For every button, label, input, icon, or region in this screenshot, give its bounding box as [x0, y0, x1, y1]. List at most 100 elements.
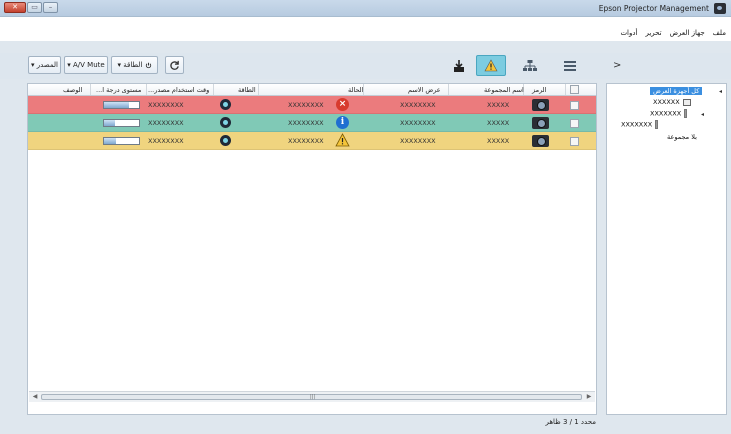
menu: ملف جهاز العرض تحرير أدوات: [620, 29, 726, 37]
power-on-icon: [220, 99, 231, 110]
status-cell: XXXXXXXX: [288, 137, 324, 145]
download-icon: [454, 59, 464, 72]
menu-tools[interactable]: أدوات: [620, 29, 637, 37]
column-power[interactable]: الطاقة: [238, 86, 256, 94]
table-row[interactable]: XXXXX XXXXXXXX XXXXXXXX XXXXXXXX: [28, 132, 596, 150]
lamp-level-bar: [103, 101, 140, 109]
projector-icon: [532, 99, 549, 111]
lamp-level-fill: [104, 138, 117, 144]
download-view-button[interactable]: [444, 55, 474, 76]
title-bar: ✕ ▭ – Epson Projector Management: [0, 0, 731, 17]
projector-app-icon: [714, 3, 726, 14]
tree-node[interactable]: XXXXXX: [653, 98, 691, 106]
menu-projector[interactable]: جهاز العرض: [670, 29, 705, 37]
column-divider: [146, 84, 147, 95]
source-button[interactable]: ▾ المصدر: [28, 56, 61, 74]
toolbar: ▾ المصدر ▾ A/V Mute ▾ الطاقة >: [0, 53, 731, 79]
column-description[interactable]: الوصف: [63, 86, 82, 94]
column-divider: [565, 84, 566, 95]
lamp-level-fill: [104, 102, 129, 108]
power-on-icon: [220, 135, 231, 146]
scrollbar-thumb[interactable]: |||: [41, 394, 582, 400]
avmute-button[interactable]: ▾ A/V Mute: [64, 56, 108, 74]
projector-small-icon: [655, 120, 659, 129]
group-name-cell: XXXXX: [487, 101, 510, 109]
projector-icon: [532, 135, 549, 147]
tree-node[interactable]: XXXXXXX: [650, 109, 688, 118]
menu-bar: ملف جهاز العرض تحرير أدوات: [0, 17, 731, 41]
close-button[interactable]: ✕: [4, 2, 26, 13]
column-divider: [448, 84, 449, 95]
group-view-button[interactable]: [515, 55, 545, 76]
window-controls: ✕ ▭ –: [4, 2, 58, 13]
column-display-name[interactable]: عرض الاسم: [408, 86, 441, 94]
display-name-cell: XXXXXXXX: [400, 137, 436, 145]
lamp-hours-cell: XXXXXXXX: [148, 137, 184, 145]
tree-node-label: XXXXXXX: [621, 120, 653, 129]
select-all-checkbox[interactable]: [570, 85, 579, 94]
tree-root-all-projectors[interactable]: كل أجهزة العرض: [650, 87, 703, 95]
projector-small-icon: [682, 98, 691, 106]
selection-count: محدد 1 / 3 ظاهر: [545, 418, 596, 426]
lamp-hours-cell: XXXXXXXX: [148, 119, 184, 127]
menu-edit[interactable]: تحرير: [645, 29, 661, 37]
table-header: الرمز اسم المجموعة عرض الاسم الحالة الطا…: [28, 84, 596, 96]
group-name-cell: XXXXX: [487, 137, 510, 145]
horizontal-scrollbar[interactable]: ◀ ||| ▶: [29, 391, 595, 402]
scroll-right-icon[interactable]: ▶: [584, 393, 594, 401]
projector-table: الرمز اسم المجموعة عرض الاسم الحالة الطا…: [27, 83, 597, 415]
tree-node[interactable]: XXXXXXX: [621, 120, 659, 129]
lamp-hours-cell: XXXXXXXX: [148, 101, 184, 109]
tree-node-label: XXXXXX: [653, 98, 680, 106]
window-title: Epson Projector Management: [598, 4, 709, 13]
network-icon: [523, 60, 537, 71]
info-icon: i: [336, 116, 349, 129]
minimize-button[interactable]: –: [43, 2, 58, 13]
status-cell: XXXXXXXX: [288, 119, 324, 127]
scroll-left-icon[interactable]: ◀: [30, 393, 40, 401]
refresh-button[interactable]: [165, 56, 184, 74]
refresh-icon: [170, 60, 179, 70]
expand-chevron-icon[interactable]: >: [613, 60, 621, 71]
row-checkbox[interactable]: [570, 119, 579, 128]
tree-ungrouped[interactable]: بلا مجموعة: [667, 133, 697, 141]
menu-file[interactable]: ملف: [713, 29, 726, 37]
tree-node-label: XXXXXXX: [650, 109, 682, 118]
display-name-cell: XXXXXXXX: [400, 119, 436, 127]
column-divider: [258, 84, 259, 95]
error-icon: ×: [336, 98, 349, 111]
status-cell: XXXXXXXX: [288, 101, 324, 109]
alert-view-button[interactable]: [476, 55, 506, 76]
projector-small-icon: [684, 109, 688, 118]
tree-expand-icon[interactable]: ◂: [719, 88, 722, 95]
scrollbar-grip-icon: |||: [310, 394, 316, 400]
lamp-level-bar: [103, 137, 140, 145]
display-name-cell: XXXXXXXX: [400, 101, 436, 109]
row-checkbox[interactable]: [570, 137, 579, 146]
lamp-level-fill: [104, 120, 115, 126]
maximize-button[interactable]: ▭: [27, 2, 42, 13]
power-icon: [145, 62, 151, 68]
column-group-name[interactable]: اسم المجموعة: [484, 86, 524, 94]
column-lamp-level[interactable]: مستوى درجة ا...: [96, 86, 141, 94]
projector-icon: [532, 117, 549, 129]
power-button-label: ▾ الطاقة: [117, 61, 143, 69]
list-view-button[interactable]: [555, 55, 585, 76]
column-lamp-hours[interactable]: وقت استخدام مصدر...: [148, 86, 209, 94]
group-tree: ◂ كل أجهزة العرض XXXXXX ◂ XXXXXXX XXXXXX…: [606, 83, 727, 415]
row-checkbox[interactable]: [570, 101, 579, 110]
column-divider: [90, 84, 91, 95]
warning-icon: [335, 133, 350, 147]
column-status[interactable]: الحالة: [348, 86, 363, 94]
tree-expand-icon[interactable]: ◂: [701, 111, 704, 118]
column-icon[interactable]: الرمز: [532, 86, 546, 94]
alert-icon: [484, 59, 498, 72]
power-button[interactable]: ▾ الطاقة: [111, 56, 158, 74]
table-row[interactable]: XXXXX XXXXXXXX XXXXXXXX × XXXXXXXX: [28, 96, 596, 114]
group-name-cell: XXXXX: [487, 119, 510, 127]
table-row[interactable]: XXXXX XXXXXXXX XXXXXXXX i XXXXXXXX: [28, 114, 596, 132]
lamp-level-bar: [103, 119, 140, 127]
column-divider: [213, 84, 214, 95]
list-icon: [564, 60, 576, 71]
power-on-icon: [220, 117, 231, 128]
